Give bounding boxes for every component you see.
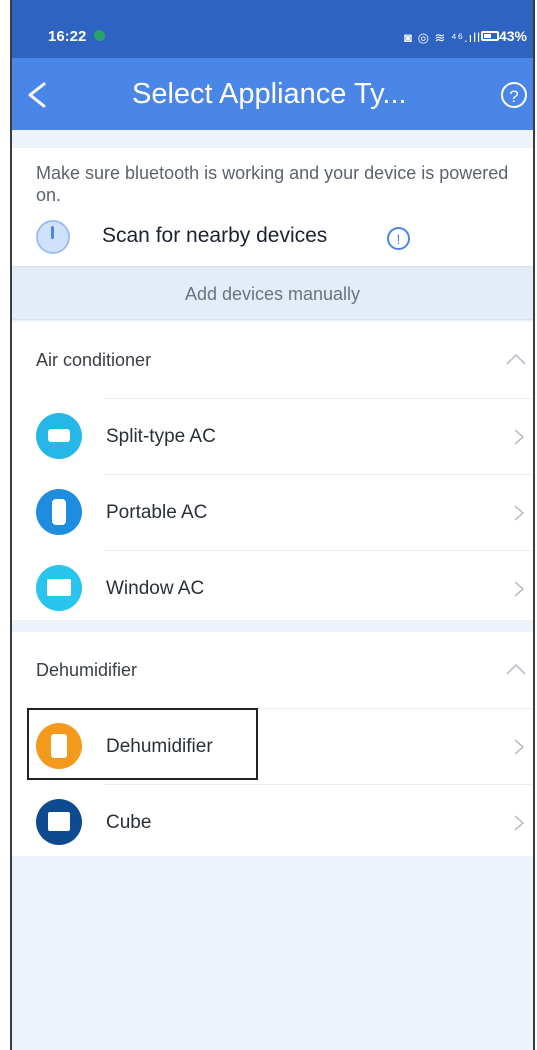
chevron-up-icon[interactable] (505, 662, 527, 676)
app-screen: 16:22 ◙ ◎ ≋ ⁴⁶.ıll 43% Select Appliance … (10, 0, 535, 1050)
scan-card: Make sure bluetooth is working and your … (12, 148, 533, 266)
list-item-cube[interactable]: Cube (12, 784, 533, 860)
list-item-dehumidifier[interactable]: Dehumidifier (12, 708, 533, 784)
battery-icon (481, 31, 499, 41)
list-item-label: Cube (106, 812, 152, 833)
status-icons: ◙ ◎ ≋ ⁴⁶.ıll (404, 30, 481, 45)
scan-nearby-button[interactable]: Scan for nearby devices (102, 224, 327, 248)
chevron-right-icon (514, 815, 525, 831)
chevron-right-icon (514, 505, 525, 521)
status-time: 16:22 (48, 28, 87, 45)
chevron-right-icon (514, 429, 525, 445)
section-title: Air conditioner (36, 350, 152, 370)
battery-level: 43% (498, 28, 527, 44)
list-item-window-ac[interactable]: Window AC (12, 550, 533, 626)
cube-icon (36, 799, 82, 845)
notification-dot-icon (94, 30, 105, 41)
page-title: Select Appliance Ty... (132, 78, 407, 110)
section-dehumidifier: Dehumidifier Dehumidifier Cube (12, 632, 533, 856)
dehumidifier-icon (36, 723, 82, 769)
portable-ac-icon (36, 489, 82, 535)
split-ac-icon (36, 413, 82, 459)
radar-scan-icon[interactable] (36, 220, 70, 254)
header-bar: 16:22 ◙ ◎ ≋ ⁴⁶.ıll 43% Select Appliance … (12, 0, 533, 130)
help-icon[interactable]: ? (501, 82, 527, 108)
bluetooth-hint: Make sure bluetooth is working and your … (36, 163, 509, 205)
status-bar: 16:22 ◙ ◎ ≋ ⁴⁶.ıll 43% (12, 0, 533, 58)
section-header[interactable]: Air conditioner (12, 322, 533, 398)
list-item-label: Split-type AC (106, 426, 216, 447)
chevron-right-icon (514, 581, 525, 597)
back-arrow-icon[interactable] (26, 82, 48, 108)
list-item-split-type-ac[interactable]: Split-type AC (12, 398, 533, 474)
chevron-right-icon (514, 739, 525, 755)
list-item-label: Window AC (106, 578, 205, 599)
section-air-conditioner: Air conditioner Split-type AC Portable A… (12, 322, 533, 620)
section-title: Dehumidifier (36, 660, 138, 680)
chevron-up-icon[interactable] (505, 352, 527, 366)
list-item-label: Dehumidifier (106, 736, 213, 757)
section-header[interactable]: Dehumidifier (12, 632, 533, 708)
add-manually-label: Add devices manually (12, 266, 533, 320)
window-ac-icon (36, 565, 82, 611)
list-item-label: Portable AC (106, 502, 208, 523)
list-item-portable-ac[interactable]: Portable AC (12, 474, 533, 550)
info-icon[interactable]: ! (387, 227, 410, 250)
